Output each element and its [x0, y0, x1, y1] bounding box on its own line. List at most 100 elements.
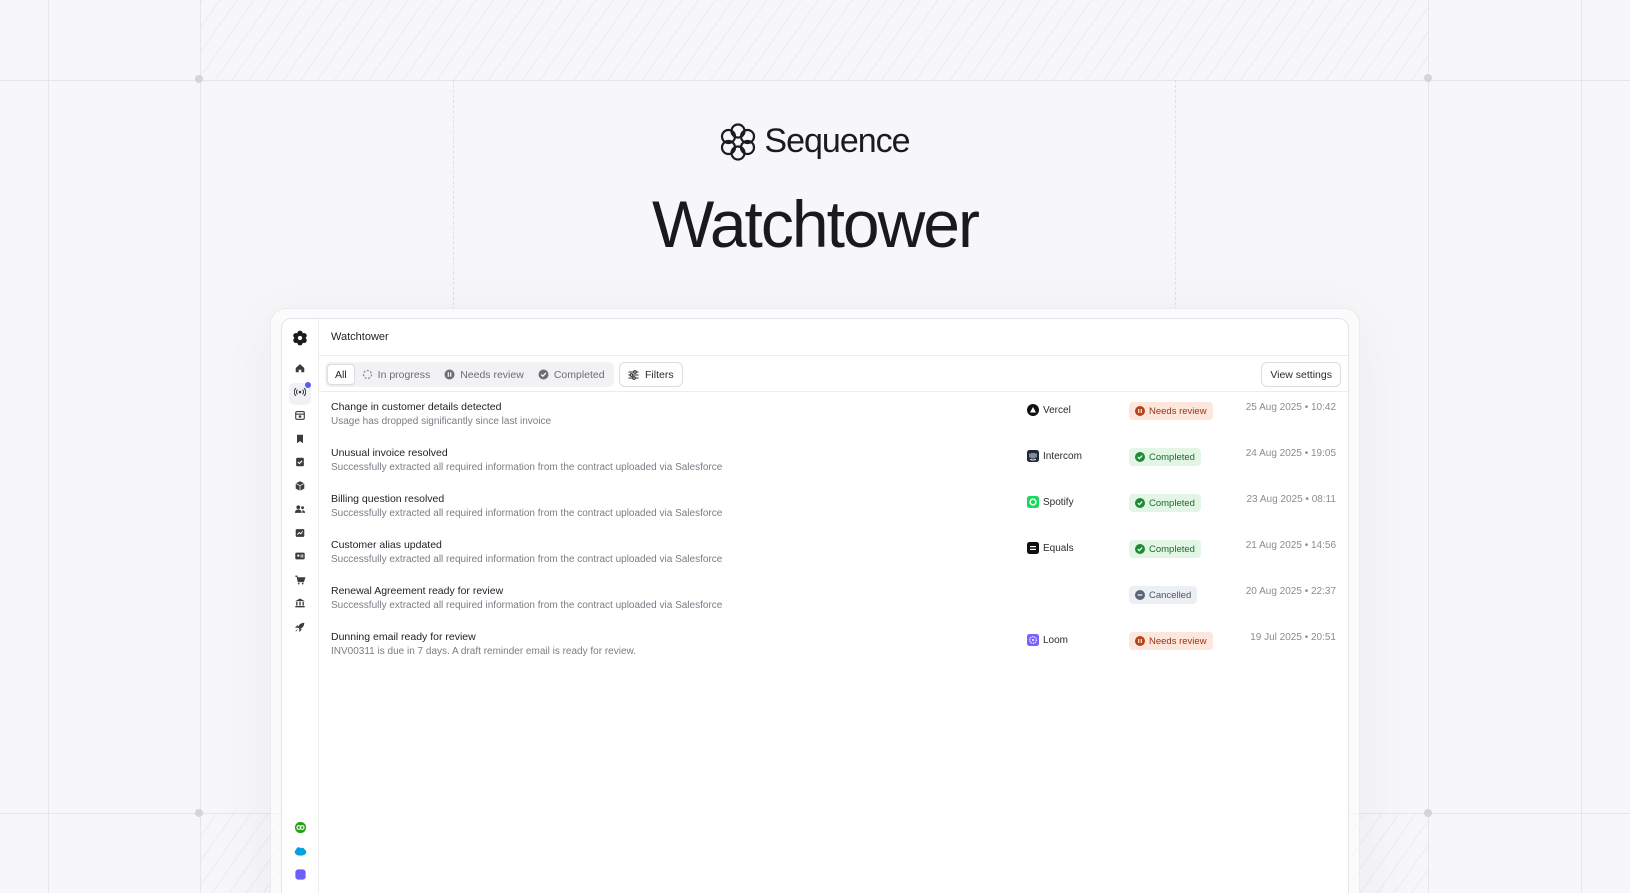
status-label: Completed: [1149, 543, 1195, 555]
customer-name: Loom: [1043, 634, 1069, 646]
sliders-icon: [628, 369, 639, 380]
pause-icon: [1135, 636, 1145, 646]
app-icon: [294, 868, 307, 886]
item-title: Change in customer details detected: [331, 401, 502, 413]
status-badge: Needs review: [1129, 402, 1213, 420]
hatch-pattern-bottom-right: [1350, 813, 1428, 893]
intercom-logo-icon: [1027, 450, 1039, 462]
watchtower-list: Change in customer details detected Usage…: [319, 392, 1348, 668]
cart-icon: [294, 573, 306, 591]
sidebar-item-chart[interactable]: [289, 524, 311, 546]
app-window: Watchtower All In progress Needs review Com…: [281, 318, 1349, 893]
check-circle-icon: [1135, 452, 1145, 462]
filters-label: Filters: [645, 368, 674, 381]
item-title: Renewal Agreement ready for review: [331, 585, 504, 597]
main-content: Watchtower All In progress Needs review Com…: [319, 319, 1348, 893]
users-icon: [294, 502, 306, 520]
status-label: Completed: [1149, 451, 1195, 463]
item-subtitle: Successfully extracted all required info…: [331, 508, 723, 519]
tab-label: Completed: [553, 368, 605, 381]
sidebar-item-box[interactable]: [289, 477, 311, 499]
list-item[interactable]: Unusual invoice resolved Successfully ext…: [319, 438, 1348, 484]
check-circle-icon: [538, 369, 549, 380]
bank-icon: [294, 596, 306, 614]
sidebar-item-id-card[interactable]: [289, 547, 311, 569]
item-subtitle: Successfully extracted all required info…: [331, 462, 723, 473]
check-circle-icon: [1135, 498, 1145, 508]
sidebar-item-home[interactable]: [289, 359, 311, 381]
view-settings-button[interactable]: View settings: [1261, 362, 1341, 387]
tab-label: All: [335, 368, 347, 381]
quickbooks-icon: [294, 821, 307, 839]
frame-dot: [1424, 74, 1432, 82]
item-title: Billing question resolved: [331, 493, 445, 505]
customer-link[interactable]: Vercel: [1027, 404, 1071, 416]
hero-title: Watchtower: [652, 187, 980, 261]
customer-link[interactable]: Spotify: [1027, 496, 1074, 508]
list-item[interactable]: Renewal Agreement ready for review Succes…: [319, 576, 1348, 622]
salesforce-icon: [294, 845, 307, 863]
sidebar-integration-app[interactable]: [289, 866, 311, 888]
view-settings-label: View settings: [1270, 368, 1332, 381]
toolbar: All In progress Needs review Completed Filt…: [319, 356, 1348, 392]
sidebar-integration-salesforce[interactable]: [289, 843, 311, 865]
check-circle-icon: [1135, 544, 1145, 554]
list-item[interactable]: Dunning email ready for review INV00311 i…: [319, 622, 1348, 668]
frame-dot: [1424, 809, 1432, 817]
tab-needs-review[interactable]: Needs review: [437, 364, 531, 385]
filters-button[interactable]: Filters: [619, 362, 683, 387]
tab-all[interactable]: All: [327, 364, 355, 385]
box-icon: [294, 479, 306, 497]
sequence-logo-icon[interactable]: [292, 330, 308, 351]
page-header: Watchtower: [319, 319, 1348, 356]
tab-completed[interactable]: Completed: [531, 364, 612, 385]
item-subtitle: Usage has dropped significantly since la…: [331, 416, 552, 427]
sidebar-item-checklist[interactable]: [289, 453, 311, 475]
page-title: Watchtower: [331, 331, 389, 343]
broadcast-icon: [293, 385, 307, 403]
sidebar: [282, 319, 319, 893]
hatch-pattern-bottom-left: [200, 813, 280, 893]
tab-label: Needs review: [460, 368, 524, 381]
loom-logo-icon: [1027, 634, 1039, 646]
sidebar-item-users[interactable]: [289, 500, 311, 522]
status-badge: Completed: [1129, 448, 1201, 466]
calendar-icon: [294, 408, 306, 426]
customer-name: Equals: [1043, 542, 1074, 554]
sidebar-item-bank[interactable]: [289, 594, 311, 616]
timestamp: 20 Aug 2025 • 22:37: [1245, 586, 1336, 597]
timestamp: 19 Jul 2025 • 20:51: [1250, 632, 1336, 643]
sidebar-item-cart[interactable]: [289, 571, 311, 593]
customer-link[interactable]: Loom: [1027, 634, 1068, 646]
spinner-icon: [362, 369, 373, 380]
sidebar-item-calendar[interactable]: [289, 406, 311, 428]
page: Sequence Watchtower Watchtower All In pr…: [0, 0, 1630, 893]
status-label: Needs review: [1149, 635, 1207, 647]
status-label: Cancelled: [1149, 589, 1192, 601]
item-title: Dunning email ready for review: [331, 631, 476, 643]
tab-in-progress[interactable]: In progress: [355, 364, 438, 385]
timestamp: 24 Aug 2025 • 19:05: [1245, 448, 1336, 459]
status-label: Needs review: [1149, 405, 1207, 417]
status-badge: Completed: [1129, 540, 1201, 558]
list-item[interactable]: Customer alias updated Successfully extra…: [319, 530, 1348, 576]
sidebar-item-rocket[interactable]: [289, 618, 311, 640]
list-item[interactable]: Change in customer details detected Usage…: [319, 392, 1348, 438]
brand-logo: Sequence: [0, 122, 1630, 161]
list-item[interactable]: Billing question resolved Successfully ex…: [319, 484, 1348, 530]
tab-label: In progress: [377, 368, 431, 381]
item-subtitle: Successfully extracted all required info…: [331, 600, 723, 611]
checklist-icon: [294, 455, 306, 473]
customer-link[interactable]: Intercom: [1027, 450, 1082, 462]
timestamp: 23 Aug 2025 • 08:11: [1246, 494, 1336, 505]
sidebar-item-bookmark[interactable]: [289, 430, 311, 452]
rocket-icon: [294, 620, 306, 638]
minus-circle-icon: [1135, 590, 1145, 600]
vercel-logo-icon: [1027, 404, 1039, 416]
id-card-icon: [294, 549, 306, 567]
item-title: Customer alias updated: [331, 539, 442, 551]
customer-link[interactable]: Equals: [1027, 542, 1074, 554]
customer-name: Intercom: [1043, 450, 1082, 462]
sidebar-integration-quickbooks[interactable]: [289, 819, 311, 841]
sidebar-item-broadcast[interactable]: [289, 381, 311, 405]
